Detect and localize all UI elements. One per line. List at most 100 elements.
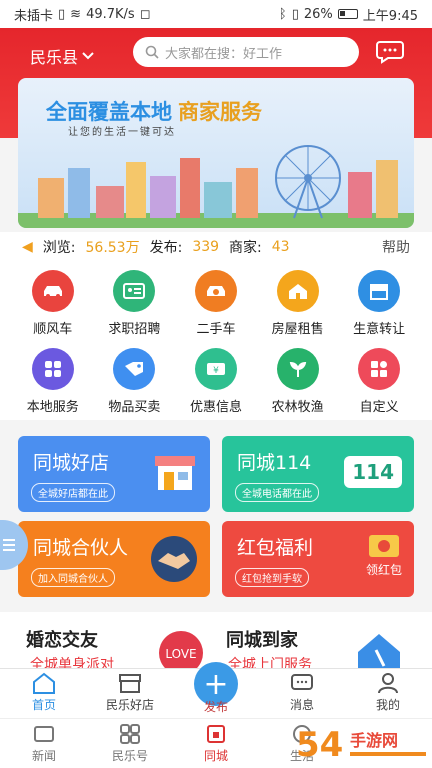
banner-title-a: 全面覆盖本地	[46, 100, 172, 124]
category-label: 优惠信息	[189, 400, 242, 415]
used-car-icon	[194, 270, 237, 312]
category-trade[interactable]: 物品买卖	[94, 348, 176, 428]
shop-icon	[119, 674, 141, 693]
wifi-icon: ≋	[70, 6, 82, 22]
red-packet-label: 领红包	[365, 563, 402, 577]
tab-label: 消息	[289, 698, 314, 712]
views-count: 56.53万	[85, 240, 140, 256]
notification-icon: ◻	[139, 6, 151, 22]
tab-home[interactable]: 首页	[4, 671, 84, 713]
merchants-label: 商家:	[229, 240, 262, 256]
house-icon	[276, 270, 319, 312]
home-service-title[interactable]: 同城到家	[226, 626, 298, 652]
publish-label: 发布	[203, 700, 228, 714]
battery-percent: 26%	[303, 6, 333, 22]
bluetooth-icon: ᛒ	[278, 6, 287, 22]
id-card-icon	[113, 270, 156, 312]
help-link[interactable]: 帮助	[382, 237, 410, 257]
category-agriculture[interactable]: 农林牧渔	[257, 348, 339, 428]
svg-text:¥: ¥	[213, 366, 219, 376]
leaf-icon	[276, 348, 319, 390]
card-title: 红包福利	[237, 537, 314, 559]
views-label: 浏览:	[42, 240, 76, 256]
category-label: 房屋租售	[271, 322, 324, 337]
message-icon[interactable]	[376, 40, 404, 64]
news-icon	[34, 726, 54, 742]
search-placeholder: 大家都在搜：好工作	[165, 46, 283, 62]
tab-messages[interactable]: 消息	[262, 671, 342, 713]
card-partner[interactable]: 同城合伙人 加入同城合伙人	[18, 521, 210, 597]
tab-minle-account[interactable]: 民乐号	[90, 723, 170, 764]
tab-news[interactable]: 新闻	[4, 723, 84, 764]
category-housing[interactable]: 房屋租售	[257, 270, 339, 348]
card-title: 同城好店	[33, 452, 110, 474]
grid-icon	[31, 348, 74, 390]
phone-114-icon: 114	[344, 456, 402, 488]
category-business[interactable]: 生意转让	[338, 270, 420, 348]
category-label: 顺风车	[33, 322, 73, 337]
red-packet-icon: 领红包	[366, 533, 402, 578]
tab-label: 同城	[203, 749, 228, 763]
category-carpool[interactable]: 顺风车	[12, 270, 94, 348]
car-icon	[31, 270, 74, 312]
category-label: 农林牧渔	[271, 400, 324, 415]
search-icon	[145, 45, 159, 59]
card-114[interactable]: 同城114 全城电话都在此 114	[222, 436, 414, 512]
banner-subtitle: 让您的生活一键可达	[68, 127, 176, 138]
stats-bar: ◀ 浏览: 56.53万 发布: 339 商家: 43 帮助	[0, 232, 432, 262]
location-label: 民乐县	[30, 48, 79, 67]
search-input[interactable]: 大家都在搜：好工作	[133, 37, 359, 67]
city-illustration	[18, 145, 414, 228]
card-title: 同城合伙人	[33, 537, 129, 559]
category-label: 二手车	[196, 322, 236, 337]
apps-icon	[358, 348, 401, 390]
category-label: 求职招聘	[108, 322, 161, 337]
svg-text:LOVE: LOVE	[165, 647, 196, 661]
card-tag: 全城好店都在此	[31, 483, 115, 502]
category-label: 物品买卖	[108, 400, 161, 415]
category-custom[interactable]: 自定义	[338, 348, 420, 428]
speaker-icon: ◀	[22, 239, 33, 255]
tab-tongcheng[interactable]: 同城	[176, 723, 256, 764]
carrier-text: 未插卡	[14, 8, 54, 24]
chevron-down-icon	[82, 52, 94, 60]
storefront-icon	[155, 456, 195, 490]
svg-text:手游网: 手游网	[350, 731, 398, 750]
category-jobs[interactable]: 求职招聘	[94, 270, 176, 348]
banner-title-b: 商家服务	[178, 100, 262, 124]
category-grid: 顺风车 求职招聘 二手车 房屋租售 生意转让 本地服务 物品买卖 ¥ 优惠信息 农…	[0, 262, 432, 420]
dating-title[interactable]: 婚恋交友	[26, 626, 98, 652]
plus-icon: +	[203, 666, 229, 702]
card-tag: 全城电话都在此	[235, 483, 319, 502]
tab-label: 新闻	[31, 749, 56, 763]
card-tag: 红包抢到手软	[235, 568, 309, 587]
tab-label: 民乐好店	[105, 698, 154, 712]
sim-icon: ▯	[58, 6, 66, 22]
tab-profile[interactable]: 我的	[348, 671, 428, 713]
status-bar: 未插卡 ▯ ≋ 49.7K/s ◻ ᛒ ▯ 26% 上午9:45	[0, 0, 432, 28]
battery-icon	[337, 9, 358, 19]
tag-icon	[113, 348, 156, 390]
promo-banner[interactable]: 全面覆盖本地 商家服务 让您的生活一键可达	[18, 78, 414, 228]
posts-label: 发布:	[149, 240, 183, 256]
category-label: 生意转让	[353, 322, 406, 337]
card-tag: 加入同城合伙人	[31, 568, 115, 587]
user-icon	[378, 673, 398, 694]
vibrate-icon: ▯	[291, 6, 299, 22]
card-title: 同城114	[237, 452, 312, 474]
card-good-shops[interactable]: 同城好店 全城好店都在此	[18, 436, 210, 512]
category-used-car[interactable]: 二手车	[175, 270, 257, 348]
card-red-packet[interactable]: 红包福利 红包抢到手软 领红包	[222, 521, 414, 597]
tab-label: 首页	[31, 698, 56, 712]
tab-shops[interactable]: 民乐好店	[90, 671, 170, 713]
category-deals[interactable]: ¥ 优惠信息	[175, 348, 257, 428]
shop-icon	[358, 270, 401, 312]
location-selector[interactable]: 民乐县	[30, 44, 94, 68]
ticket-icon: ¥	[194, 348, 237, 390]
menu-icon	[3, 539, 15, 551]
category-label: 本地服务	[26, 400, 79, 415]
category-local-service[interactable]: 本地服务	[12, 348, 94, 428]
merchants-count: 43	[271, 239, 290, 255]
banner-title: 全面覆盖本地 商家服务	[46, 96, 262, 126]
chat-icon	[291, 674, 313, 690]
